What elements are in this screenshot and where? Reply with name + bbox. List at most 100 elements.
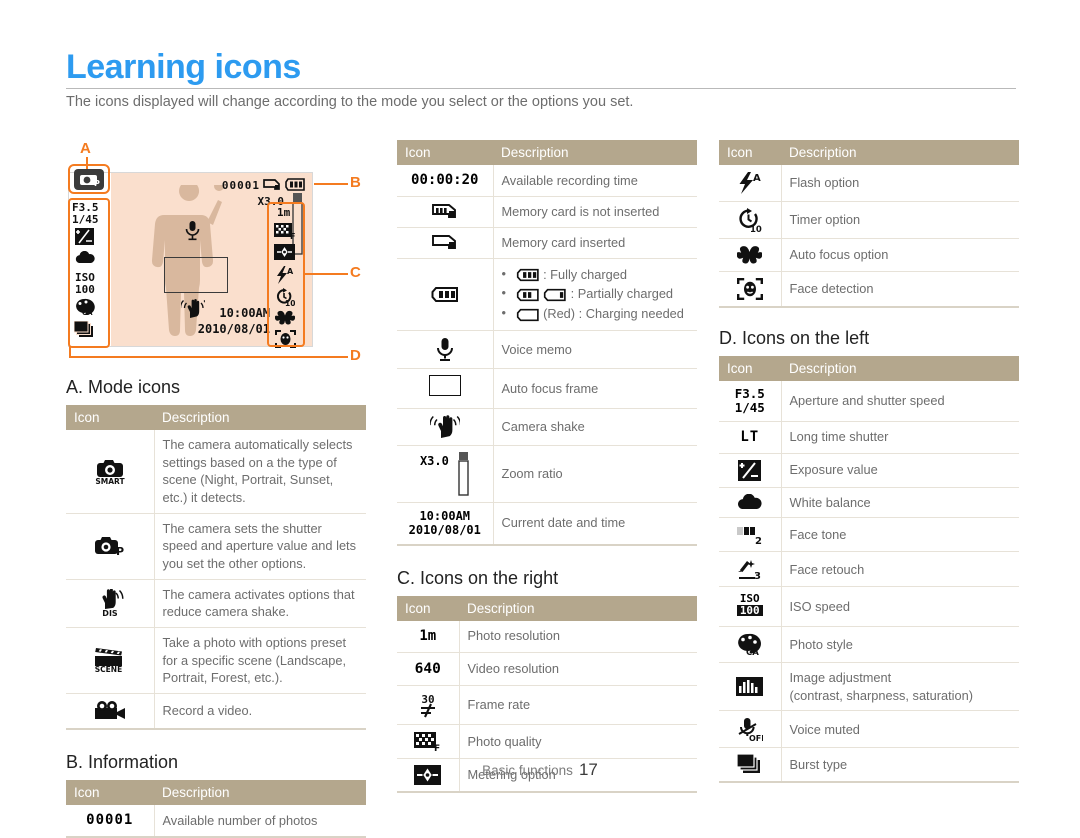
table-cell-description: Record a video.	[154, 693, 366, 730]
table-row: DIS The camera activates options that re…	[66, 579, 366, 628]
callout-leader-c	[305, 273, 348, 275]
list-item-label: : Partially charged	[570, 286, 674, 302]
date-time-date: 2010/08/01	[408, 523, 481, 538]
table-cell-description: The camera sets the shutter speed and ap…	[154, 513, 366, 580]
table-cell-description: White balance	[781, 487, 1019, 519]
table-header-row: Icon Description	[66, 405, 366, 430]
table-header-row: Icon Description	[66, 779, 366, 805]
table-row: X3.0 Zoom ratio	[397, 445, 697, 503]
page-title: Learning icons	[66, 48, 301, 86]
battery-full-icon	[285, 178, 305, 191]
callout-box-a	[68, 164, 110, 194]
face-tone-icon: 2	[719, 517, 782, 553]
callout-label-a: A	[80, 140, 91, 157]
mode-icons-table: Icon Description SMART The camera automa…	[66, 405, 366, 730]
list-item: : Fully charged	[502, 264, 690, 285]
callout-label-b: B	[350, 174, 361, 191]
table-row: 00:00:20 Available recording time	[397, 165, 697, 198]
table-row: 00001 Available number of photos	[66, 804, 366, 838]
battery-empty-icon	[516, 308, 539, 322]
table-cell-description: Photo resolution	[459, 620, 697, 653]
table-cell-description: Camera shake	[493, 408, 697, 446]
battery-full-icon	[516, 269, 539, 282]
middle-column: Icon Description 00:00:20 Available reco…	[397, 140, 697, 793]
column-header-description: Description	[781, 356, 1019, 381]
table-cell-description: ISO speed	[781, 586, 1019, 628]
camera-shake-icon	[181, 299, 205, 318]
photo-style-icon: CA	[719, 626, 782, 664]
table-row: Memory card is not inserted	[397, 196, 697, 228]
table-row: 640 Video resolution	[397, 652, 697, 686]
zoom-ratio-icon: X3.0	[397, 445, 494, 503]
table-row: F Photo quality	[397, 724, 697, 759]
manual-page: Learning icons The icons displayed will …	[0, 0, 1080, 838]
table-cell-description: Timer option	[781, 201, 1019, 239]
memory-card-not-inserted-icon	[397, 196, 494, 228]
table-cell-description: Memory card inserted	[493, 227, 697, 259]
title-divider	[66, 88, 1016, 89]
table-row: Record a video.	[66, 693, 366, 730]
program-mode-icon: P	[66, 513, 155, 580]
section-caption-icons-left: D. Icons on the left	[719, 328, 870, 348]
column-header-icon: Icon	[719, 356, 781, 381]
page-subtitle: The icons displayed will change accordin…	[66, 94, 634, 110]
long-time-shutter-icon: LT	[719, 421, 782, 454]
iso-value: 100	[736, 605, 763, 617]
table-row: A Flash option	[719, 165, 1019, 202]
table-cell-description: Image adjustment (contrast, sharpness, s…	[781, 662, 1019, 712]
table-cell-description: Voice memo	[493, 330, 697, 370]
table-row: Auto focus option	[719, 238, 1019, 272]
table-row: 10:00AM 2010/08/01 Current date and time	[397, 502, 697, 546]
table-row: CA Photo style	[719, 626, 1019, 664]
table-cell-description: Face tone	[781, 517, 1019, 553]
footer-page-number: 17	[578, 760, 598, 779]
svg-text:F: F	[434, 744, 440, 752]
recording-time-icon: 00:00:20	[397, 165, 494, 198]
table-row: 30 Frame rate	[397, 685, 697, 725]
svg-text:SCENE: SCENE	[95, 665, 122, 673]
battery-one-third-icon	[543, 288, 566, 302]
column-header-description: Description	[781, 140, 1019, 165]
table-header-row: Icon Description	[719, 356, 1019, 381]
lcd-time: 10:00AM	[219, 306, 270, 320]
battery-state-list: : Fully charged : Partially char	[502, 264, 690, 324]
column-header-icon: Icon	[397, 595, 459, 621]
voice-memo-icon	[185, 221, 200, 241]
table-row: SCENE Take a photo with options preset f…	[66, 627, 366, 694]
callout-leader-d	[69, 356, 348, 358]
list-item: (Red) : Charging needed	[502, 303, 690, 324]
camera-shake-icon	[397, 408, 494, 446]
voice-muted-icon: OFF	[719, 710, 782, 749]
table-cell-description: Frame rate	[459, 685, 697, 725]
zoom-ratio-label: X3.0	[419, 453, 449, 468]
svg-text:P: P	[116, 545, 124, 558]
table-row: Voice memo	[397, 330, 697, 370]
table-cell-description: Photo quality	[459, 724, 697, 759]
table-row: ISO 100 ISO speed	[719, 586, 1019, 628]
table-cell-description: Zoom ratio	[493, 445, 697, 503]
table-row: Face detection	[719, 271, 1019, 308]
table-header-row: Icon Description	[397, 595, 697, 621]
date-time-time: 10:00AM	[419, 508, 471, 523]
iso-label: ISO	[739, 592, 760, 606]
column-header-icon: Icon	[397, 140, 493, 165]
table-row: P The camera sets the shutter speed and …	[66, 513, 366, 580]
svg-text:10: 10	[750, 225, 762, 232]
callout-box-d	[68, 198, 110, 348]
table-cell-description: Take a photo with options preset for a s…	[154, 627, 366, 694]
section-caption-icons-right: C. Icons on the right	[397, 567, 559, 588]
frame-rate-icon: 30	[397, 685, 460, 725]
svg-text:CA: CA	[746, 648, 759, 656]
footer-section-label: Basic functions	[482, 763, 573, 778]
callout-box-c	[267, 202, 305, 347]
table-cell-description: Video resolution	[459, 652, 697, 686]
table-row: LT Long time shutter	[719, 421, 1019, 454]
table-cell-description: The camera automatically selects setting…	[154, 430, 366, 514]
table-cell-description: The camera activates options that reduce…	[154, 579, 366, 628]
photo-resolution-icon: 1m	[397, 620, 460, 653]
face-retouch-icon: 3	[719, 551, 782, 588]
smart-auto-mode-icon: SMART	[66, 430, 155, 514]
table-row: : Fully charged : Partially char	[397, 258, 697, 332]
table-row: White balance	[719, 487, 1019, 519]
table-row: 1m Photo resolution	[397, 620, 697, 653]
